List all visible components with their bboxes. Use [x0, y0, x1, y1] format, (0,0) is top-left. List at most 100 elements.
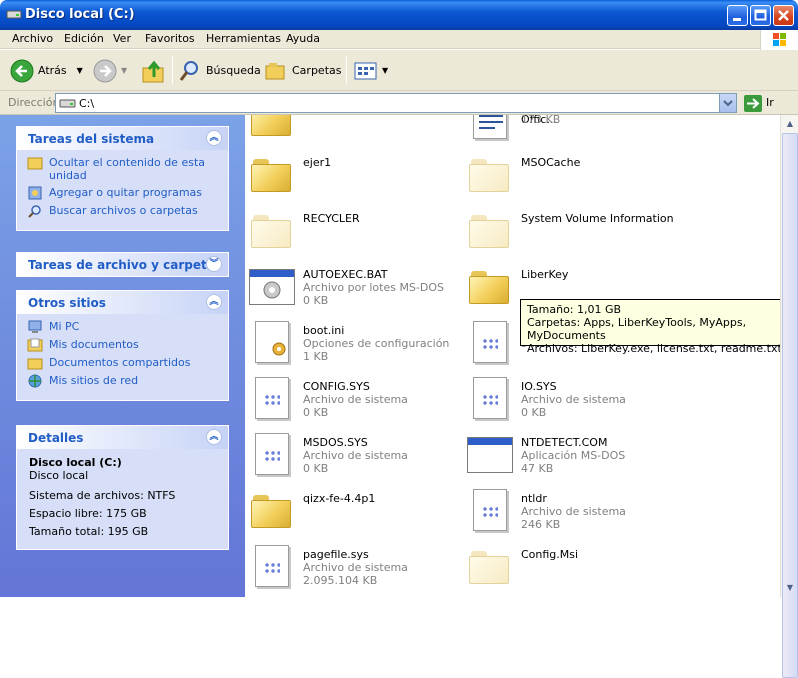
tooltip-size: Tamaño: 1,01 GB [527, 303, 622, 316]
up-folder-button[interactable] [141, 57, 167, 84]
views-icon [354, 62, 377, 79]
file-item[interactable]: CONFIG.SYS Archivo de sistema 0 KB [247, 375, 462, 427]
file-item[interactable]: ntldr Archivo de sistema 246 KB [465, 487, 680, 539]
go-button[interactable] [744, 95, 762, 112]
file-name: MSOCache [521, 156, 581, 169]
close-button[interactable] [773, 5, 794, 26]
file-name: IO.SYS [521, 380, 557, 393]
title-bar[interactable]: Disco local (C:) [0, 0, 798, 30]
file-name: Config.Msi [521, 548, 579, 561]
address-label: Dirección [8, 96, 60, 109]
file-detail: 173 KB [521, 115, 561, 126]
my-computer-icon [28, 320, 42, 333]
file-item[interactable]: gta [247, 115, 462, 147]
system-tasks-panel: Tareas del sistema ︽ Ocultar el contenido… [16, 126, 229, 231]
menu-edicion[interactable]: Edición [64, 32, 104, 45]
file-item[interactable]: ejer1 [247, 151, 462, 203]
folder-icon [469, 213, 509, 248]
task-search-files[interactable]: Buscar archivos o carpetas [27, 204, 218, 218]
file-item[interactable]: boot.ini Opciones de configuración 1 KB [247, 319, 462, 371]
menu-favoritos[interactable]: Favoritos [145, 32, 195, 45]
menu-ayuda[interactable]: Ayuda [286, 32, 320, 45]
file-item[interactable]: AUTOEXEC.BAT Archivo por lotes MS-DOS 0 KB [247, 263, 462, 315]
file-list: gtaDocumento de Microsoft Offic...173 KB… [245, 115, 780, 597]
tooltip-files: Archivos: LiberKey.exe, license.txt, rea… [527, 342, 782, 355]
file-item[interactable]: MSOCache [465, 151, 680, 203]
batch-file-icon [249, 269, 295, 305]
file-item[interactable]: qizx-fe-4.4p1 [247, 487, 462, 539]
views-button[interactable]: ▼ [354, 57, 388, 84]
back-button[interactable]: Atrás ▼ [10, 57, 83, 84]
file-item[interactable]: MSDOS.SYS Archivo de sistema 0 KB [247, 431, 462, 483]
file-item[interactable]: System Volume Information [465, 207, 680, 259]
address-dropdown-button[interactable] [719, 94, 736, 112]
file-detail: Archivo de sistema [521, 393, 626, 406]
scroll-up-icon[interactable]: ▲ [783, 117, 797, 131]
details-name: Disco local (C:) [29, 456, 122, 469]
folder-icon [251, 213, 291, 248]
collapse-chevron-icon[interactable]: ︽ [206, 294, 222, 310]
folder-icon [469, 269, 509, 304]
menu-herramientas[interactable]: Herramientas [206, 32, 281, 45]
menu-archivo[interactable]: Archivo [12, 32, 53, 45]
folders-button[interactable]: Carpetas [264, 57, 341, 84]
vertical-scrollbar[interactable]: ▲ ▼ [780, 115, 798, 678]
forward-arrow-icon [93, 59, 117, 82]
folder-icon [251, 157, 291, 192]
views-dropdown-icon[interactable]: ▼ [382, 66, 388, 75]
file-item[interactable]: IO.SYS Archivo de sistema 0 KB [465, 375, 680, 427]
scroll-down-icon[interactable]: ▼ [783, 581, 797, 595]
place-my-computer[interactable]: Mi PC [27, 320, 218, 334]
task-hide-drive-contents[interactable]: Ocultar el contenido de esta unidad [27, 156, 218, 182]
file-name: AUTOEXEC.BAT [303, 268, 388, 281]
search-icon [28, 205, 41, 218]
task-label: Agregar o quitar programas [49, 186, 203, 199]
collapse-chevron-icon[interactable]: ︽ [206, 429, 222, 445]
config-file-icon [255, 321, 289, 363]
file-tasks-header[interactable]: Tareas de archivo y carpeta ︾ [17, 253, 228, 276]
go-label[interactable]: Ir [766, 96, 774, 109]
file-item[interactable]: pagefile.sys Archivo de sistema 2.095.104 … [247, 543, 462, 595]
address-field[interactable]: C:\ [55, 93, 737, 113]
system-file-icon [473, 321, 507, 363]
file-item[interactable]: NTDETECT.COM Aplicación MS-DOS 47 KB [465, 431, 680, 483]
maximize-icon [754, 9, 767, 21]
maximize-button[interactable] [750, 5, 771, 26]
back-dropdown-icon[interactable]: ▼ [77, 66, 83, 75]
menu-bar: Archivo Edición Ver Favoritos Herramient… [0, 30, 798, 49]
other-places-header[interactable]: Otros sitios ︽ [17, 291, 228, 314]
forward-button[interactable]: ▼ [93, 57, 127, 84]
details-free-space: Espacio libre: 175 GB [29, 507, 147, 520]
file-name: CONFIG.SYS [303, 380, 370, 393]
file-item[interactable]: Documento de Microsoft Offic...173 KB [465, 115, 680, 147]
folder-icon [469, 157, 509, 192]
place-label: Documentos compartidos [49, 356, 191, 369]
place-network[interactable]: Mis sitios de red [27, 374, 218, 388]
system-tasks-header[interactable]: Tareas del sistema ︽ [17, 127, 228, 150]
collapse-chevron-icon[interactable]: ︽ [206, 130, 222, 146]
details-header[interactable]: Detalles ︽ [17, 426, 228, 449]
search-button[interactable]: Búsqueda [178, 57, 261, 84]
file-size: 0 KB [303, 294, 329, 307]
menu-ver[interactable]: Ver [113, 32, 131, 45]
file-item[interactable]: RECYCLER [247, 207, 462, 259]
file-item[interactable]: Config.Msi [465, 543, 680, 595]
file-detail: Archivo de sistema [303, 561, 408, 574]
details-filesystem: Sistema de archivos: NTFS [29, 489, 176, 502]
file-name: ntldr [521, 492, 547, 505]
file-name: boot.ini [303, 324, 345, 337]
my-documents-icon [27, 338, 43, 352]
details-panel: Detalles ︽ Disco local (C:) Disco local S… [16, 425, 229, 550]
file-detail: Archivo por lotes MS-DOS [303, 281, 444, 294]
file-detail: Opciones de configuración [303, 337, 450, 350]
place-my-documents[interactable]: Mis documentos [27, 338, 218, 352]
place-shared-documents[interactable]: Documentos compartidos [27, 356, 218, 370]
scroll-thumb[interactable] [782, 133, 798, 678]
file-size: 1 KB [303, 350, 329, 363]
minimize-button[interactable] [727, 5, 748, 26]
application-icon [467, 437, 513, 473]
forward-dropdown-icon[interactable]: ▼ [121, 66, 127, 75]
folder-icon [469, 549, 509, 584]
task-add-remove-programs[interactable]: Agregar o quitar programas [27, 186, 218, 200]
expand-chevron-icon[interactable]: ︾ [206, 256, 222, 272]
